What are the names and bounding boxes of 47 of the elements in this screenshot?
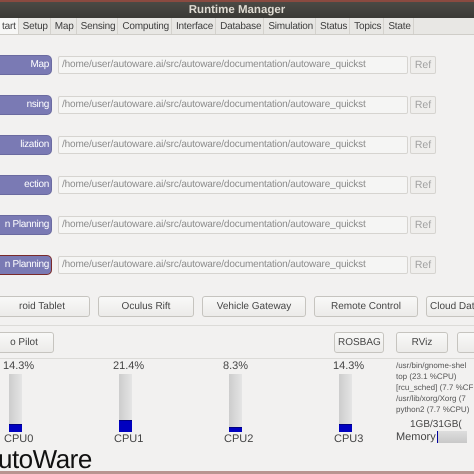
cpu-label: CPU1 bbox=[114, 432, 144, 445]
launch-button[interactable]: lization bbox=[0, 134, 52, 155]
tab[interactable]: Database bbox=[218, 18, 264, 34]
process-entry: /usr/lib/xorg/Xorg (7 bbox=[396, 392, 467, 404]
cpu-label: CPU3 bbox=[334, 432, 364, 445]
memory-label: Memory bbox=[396, 430, 436, 444]
cpu-usage-reading: 14.3% bbox=[3, 360, 34, 372]
cpu-usage-reading: 8.3% bbox=[223, 360, 248, 372]
cpu-meter bbox=[229, 374, 242, 432]
cpu-meter bbox=[9, 374, 22, 432]
tab[interactable]: Sensing bbox=[78, 18, 118, 34]
cpu-label: CPU0 bbox=[4, 432, 34, 445]
memory-meter bbox=[436, 431, 467, 444]
rviz-button[interactable]: RViz bbox=[396, 332, 448, 353]
tab[interactable]: Status bbox=[318, 18, 350, 34]
launch-button[interactable]: Map bbox=[0, 54, 52, 75]
tab[interactable]: Simulation bbox=[266, 18, 316, 34]
process-entry: python2 (7.7 %CPU) bbox=[396, 404, 470, 415]
tab[interactable]: Setup bbox=[20, 18, 51, 34]
tool-button[interactable]: Cloud Dat bbox=[426, 296, 474, 317]
tool-button[interactable]: Remote Control bbox=[314, 296, 418, 317]
pilot-button[interactable]: o Pilot bbox=[0, 332, 54, 353]
tab[interactable]: tart bbox=[0, 18, 19, 34]
window-title: Runtime Manager bbox=[0, 0, 474, 18]
tool-button[interactable]: Vehicle Gateway bbox=[202, 296, 306, 317]
tab[interactable]: State bbox=[386, 18, 414, 34]
rosbag-button[interactable]: ROSBAG bbox=[334, 332, 384, 353]
memory-reading: 1GB/31GB( bbox=[410, 418, 462, 431]
process-entry: [rcu_sched] (7.7 %CF bbox=[396, 382, 474, 393]
cpu-meter bbox=[119, 374, 132, 432]
launch-button[interactable]: n Planning bbox=[0, 254, 52, 275]
cpu-usage-reading: 14.3% bbox=[333, 360, 364, 372]
cpu-label: CPU2 bbox=[224, 432, 254, 445]
cpu-meter bbox=[339, 374, 352, 432]
tab[interactable]: Computing bbox=[120, 18, 172, 34]
logo-text: utoWare bbox=[0, 444, 92, 474]
launch-button[interactable]: nsing bbox=[0, 94, 52, 115]
tool-button[interactable]: roid Tablet bbox=[0, 296, 90, 317]
tab[interactable]: Map bbox=[52, 18, 77, 34]
cpu-usage-reading: 21.4% bbox=[113, 360, 144, 372]
tab[interactable]: Topics bbox=[352, 18, 384, 34]
process-entry: top (23.1 %CPU) bbox=[396, 370, 458, 382]
process-entry: /usr/bin/gnome-shel bbox=[396, 360, 468, 371]
launch-button[interactable]: ection bbox=[0, 174, 52, 195]
launch-button[interactable]: n Planning bbox=[0, 214, 52, 235]
tab[interactable]: Interface bbox=[174, 18, 216, 34]
tool-button[interactable]: Oculus Rift bbox=[98, 296, 194, 317]
